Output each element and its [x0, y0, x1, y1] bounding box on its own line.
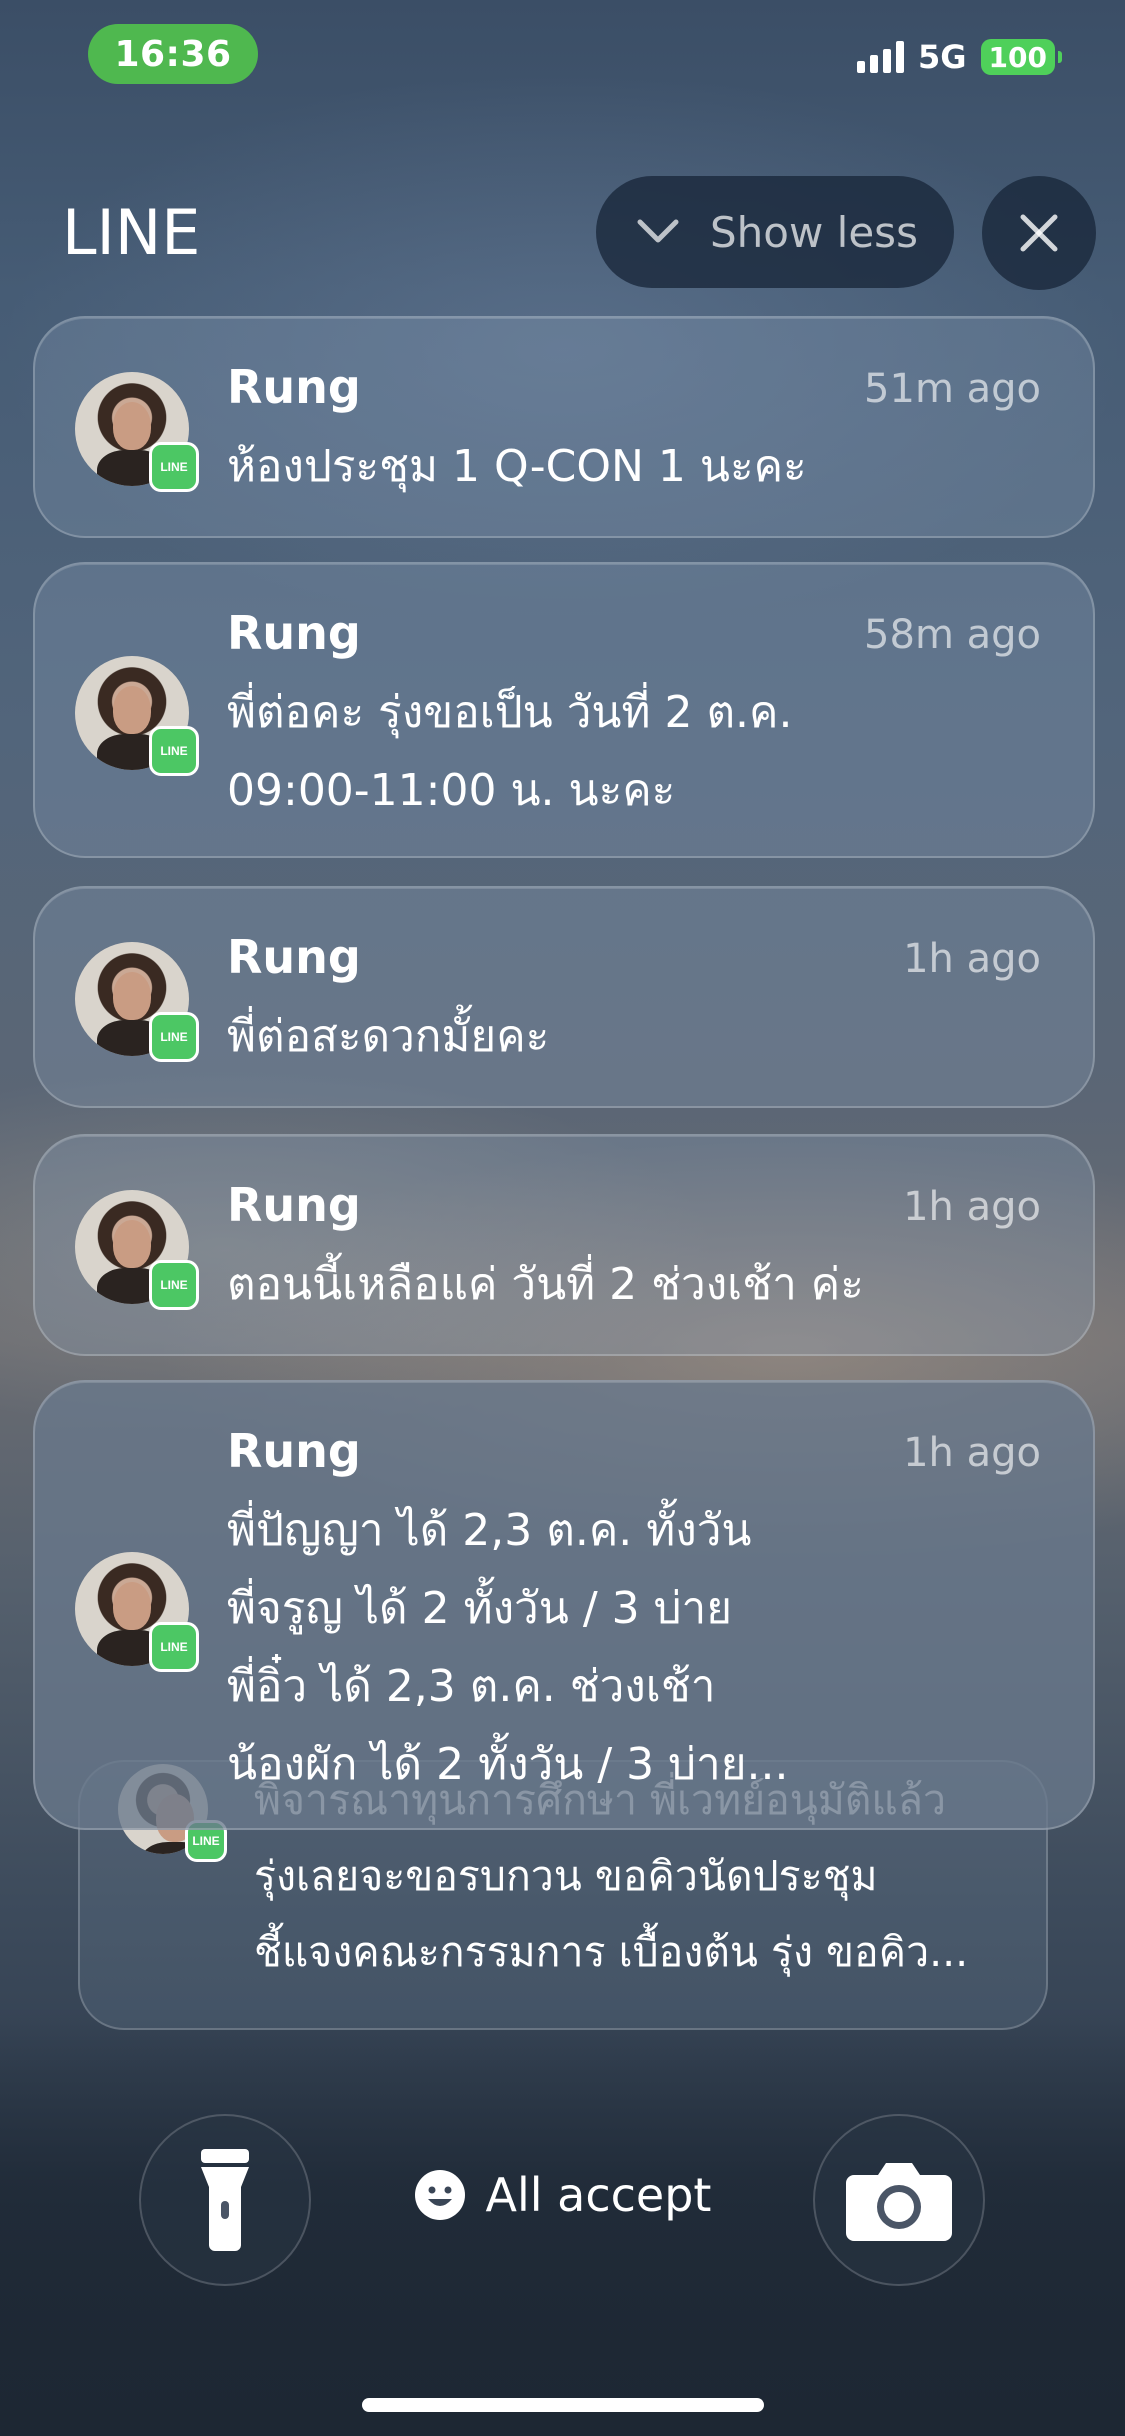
battery-level: 100	[988, 40, 1047, 74]
battery-icon: 100	[980, 39, 1063, 75]
notification-sender: Rung	[227, 1178, 361, 1232]
camera-icon	[846, 2163, 952, 2241]
line-badge-text: LINE	[192, 1834, 220, 1848]
show-less-button[interactable]: Show less	[596, 176, 954, 288]
notification-message: พี่ต่อสะดวกมั้ยคะ	[227, 1011, 550, 1062]
line-badge-text: LINE	[160, 460, 188, 474]
notification-card[interactable]: LINE Rung 51m ago ห้องประชุม 1 Q-CON 1 น…	[33, 316, 1095, 538]
line-app-icon: LINE	[149, 442, 199, 492]
line-badge-text: LINE	[160, 1640, 188, 1654]
notification-message: ตอนนี้เหลือแค่ วันที่ 2 ช่วงเช้า ค่ะ	[227, 1259, 864, 1310]
notification-card[interactable]: LINE Rung 1h ago พี่ปัญญา ได้ 2,3 ต.ค. ท…	[33, 1380, 1095, 1830]
notification-sender: Rung	[227, 930, 361, 984]
status-bar: 16:36 5G 100	[0, 0, 1125, 110]
status-time[interactable]: 16:36	[88, 24, 258, 84]
notification-time: 1h ago	[903, 936, 1041, 982]
show-less-label: Show less	[710, 207, 918, 257]
notification-time: 1h ago	[903, 1184, 1041, 1230]
network-type: 5G	[918, 38, 967, 76]
notification-message: พี่ต่อคะ รุ่งขอเป็น วันที่ 2 ต.ค. 09:00-…	[227, 687, 793, 816]
cellular-signal-icon	[857, 41, 905, 73]
line-badge-text: LINE	[160, 1030, 188, 1044]
status-indicators: 5G 100	[857, 38, 1063, 76]
line-app-icon: LINE	[149, 1622, 199, 1672]
close-icon	[1020, 214, 1058, 252]
line-badge-text: LINE	[160, 744, 188, 758]
smiley-icon	[414, 2170, 465, 2220]
notification-time: 51m ago	[864, 366, 1041, 412]
notification-sender: Rung	[227, 360, 361, 414]
notification-sender: Rung	[227, 606, 361, 660]
notification-card[interactable]: LINE Rung 1h ago ตอนนี้เหลือแค่ วันที่ 2…	[33, 1134, 1095, 1356]
notification-sender: Rung	[227, 1424, 361, 1478]
clear-group-button[interactable]	[982, 176, 1096, 290]
app-group-title: LINE	[62, 196, 201, 269]
line-app-icon: LINE	[149, 726, 199, 776]
line-badge-text: LINE	[160, 1278, 188, 1292]
camera-button[interactable]	[813, 2114, 985, 2286]
line-app-icon: LINE	[149, 1012, 199, 1062]
notification-message: พี่ปัญญา ได้ 2,3 ต.ค. ทั้งวัน พี่จรูญ ได…	[227, 1505, 789, 1790]
notification-card[interactable]: LINE Rung 58m ago พี่ต่อคะ รุ่งขอเป็น วั…	[33, 562, 1095, 858]
all-accept-label: All accept	[485, 2168, 712, 2222]
notification-time: 1h ago	[903, 1430, 1041, 1476]
chevron-down-icon	[634, 208, 682, 256]
home-indicator[interactable]	[362, 2398, 764, 2412]
notification-time: 58m ago	[864, 612, 1041, 658]
notification-message: ห้องประชุม 1 Q-CON 1 นะคะ	[227, 441, 807, 492]
line-app-icon: LINE	[149, 1260, 199, 1310]
notification-card[interactable]: LINE Rung 1h ago พี่ต่อสะดวกมั้ยคะ	[33, 886, 1095, 1108]
